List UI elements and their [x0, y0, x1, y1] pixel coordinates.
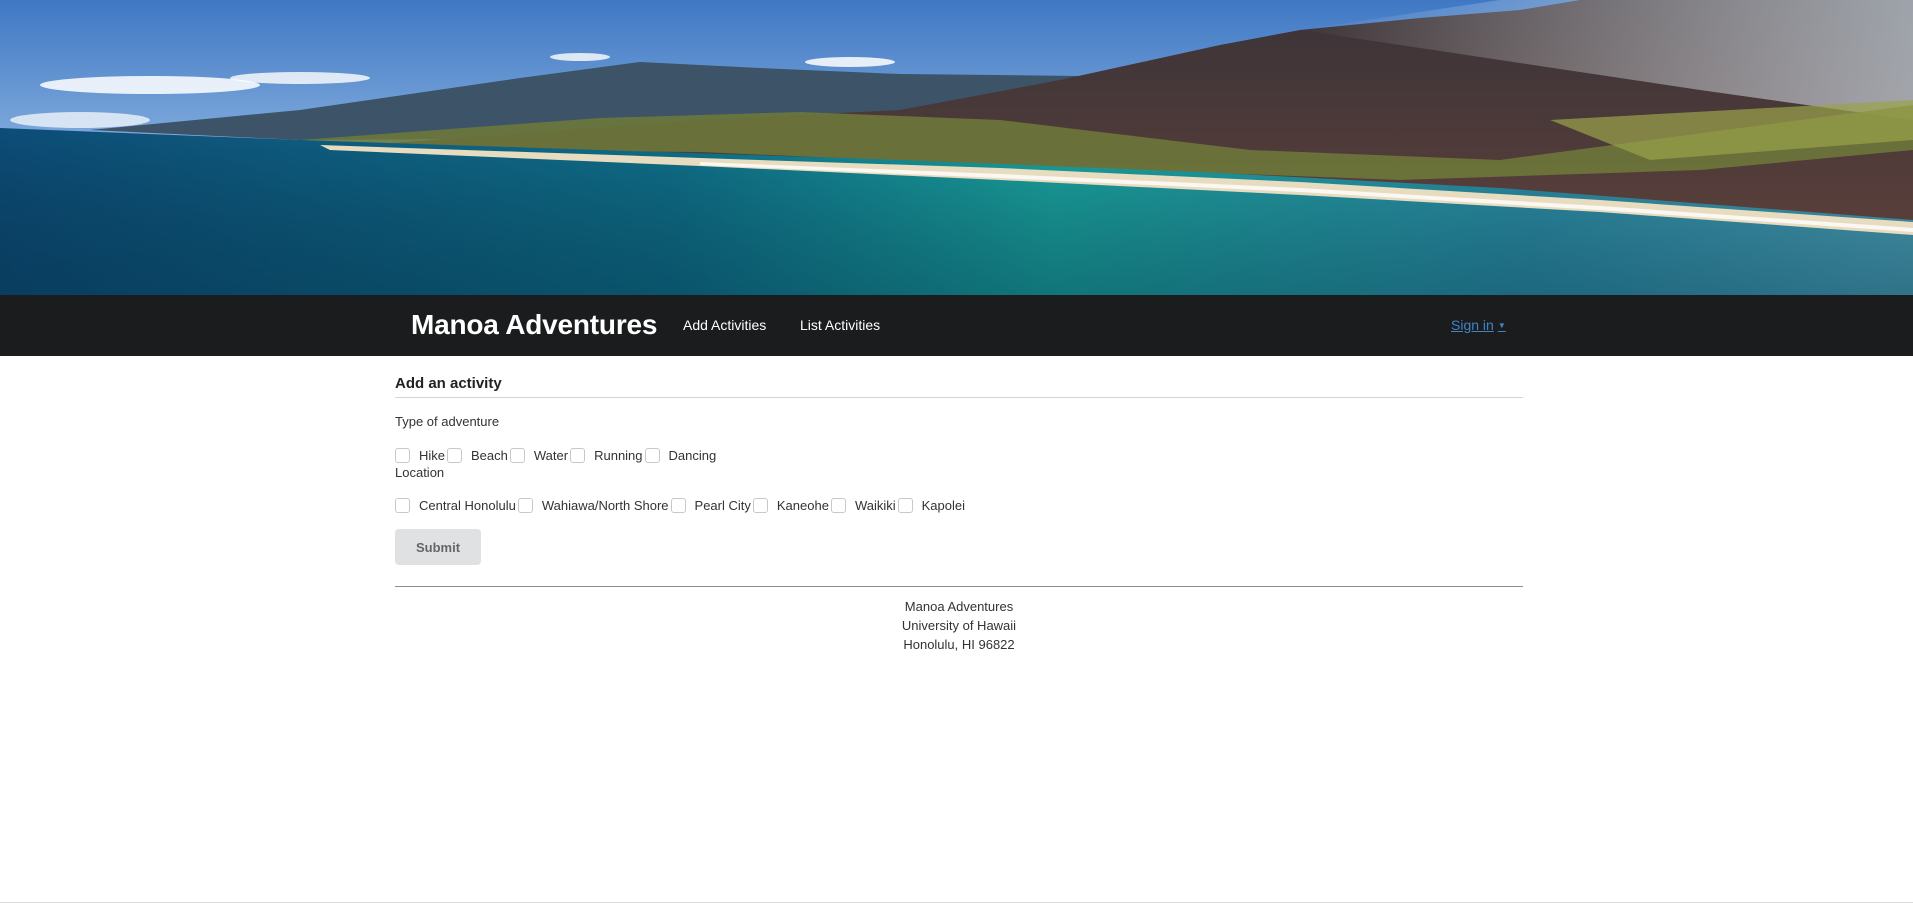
nav-list-activities[interactable]: List Activities	[800, 317, 880, 333]
checkbox-box[interactable]	[395, 497, 410, 513]
checkbox-box[interactable]	[644, 447, 660, 463]
checkbox-box[interactable]	[570, 447, 586, 463]
top-navbar: Manoa Adventures Add Activities List Act…	[0, 295, 1913, 356]
checkbox-label: Hike	[419, 447, 446, 463]
bottom-divider	[0, 902, 1913, 903]
location-checkbox-pearl-city[interactable]: Pearl City	[670, 497, 753, 513]
checkbox-label: Pearl City	[694, 497, 751, 513]
type-checkbox-dancing[interactable]: Dancing	[644, 447, 719, 463]
brand-logo-link[interactable]: Manoa Adventures	[411, 309, 657, 341]
checkbox-box[interactable]	[830, 497, 846, 513]
checkbox-label: Kapolei	[921, 497, 966, 513]
checkbox-box[interactable]	[517, 497, 533, 513]
page-footer: Manoa Adventures University of Hawaii Ho…	[395, 586, 1523, 654]
sign-in-label: Sign in	[1451, 317, 1494, 333]
checkbox-label: Central Honolulu	[419, 497, 516, 513]
footer-line-address: Honolulu, HI 96822	[903, 637, 1015, 652]
location-checkbox-kaneohe[interactable]: Kaneohe	[752, 497, 831, 513]
submit-button[interactable]: Submit	[395, 529, 481, 565]
type-checkbox-beach[interactable]: Beach	[447, 447, 510, 463]
type-checkbox-running[interactable]: Running	[570, 447, 644, 463]
type-of-adventure-label: Type of adventure	[395, 414, 500, 429]
checkbox-label: Wahiawa/North Shore	[541, 497, 669, 513]
location-checkbox-kapolei[interactable]: Kapolei	[897, 497, 967, 513]
checkbox-label: Dancing	[668, 447, 717, 463]
checkbox-box[interactable]	[670, 497, 686, 513]
location-checkbox-group: Central Honolulu Wahiawa/North Shore Pea…	[395, 495, 1523, 515]
checkbox-label: Waikiki	[854, 497, 896, 513]
location-checkbox-central-honolulu[interactable]: Central Honolulu	[395, 497, 518, 513]
dropdown-caret-icon: ▼	[1497, 321, 1506, 330]
checkbox-label: Beach	[471, 447, 508, 463]
checkbox-box[interactable]	[752, 497, 768, 513]
type-checkbox-water[interactable]: Water	[509, 447, 570, 463]
type-checkbox-hike[interactable]: Hike	[395, 447, 447, 463]
form-header: Add an activity	[395, 375, 1523, 398]
hero-banner-image	[0, 0, 1913, 295]
add-activity-form: Add an activity Type of adventure Hike B…	[395, 356, 1523, 565]
location-label: Location	[395, 465, 445, 480]
type-checkbox-group: Hike Beach Water Running Dancing	[395, 445, 1523, 465]
location-checkbox-waikiki[interactable]: Waikiki	[830, 497, 898, 513]
checkbox-label: Kaneohe	[776, 497, 829, 513]
footer-line-university: University of Hawaii	[901, 618, 1017, 633]
checkbox-label: Running	[594, 447, 643, 463]
checkbox-label: Water	[533, 447, 569, 463]
checkbox-box[interactable]	[509, 447, 525, 463]
location-checkbox-wahiawa-north-shore[interactable]: Wahiawa/North Shore	[517, 497, 671, 513]
checkbox-box[interactable]	[897, 497, 913, 513]
nav-add-activities[interactable]: Add Activities	[683, 317, 766, 333]
checkbox-box[interactable]	[447, 447, 463, 463]
sign-in-dropdown[interactable]: Sign in ▼	[1451, 317, 1506, 333]
checkbox-box[interactable]	[395, 447, 410, 463]
footer-line-name: Manoa Adventures	[904, 599, 1014, 614]
